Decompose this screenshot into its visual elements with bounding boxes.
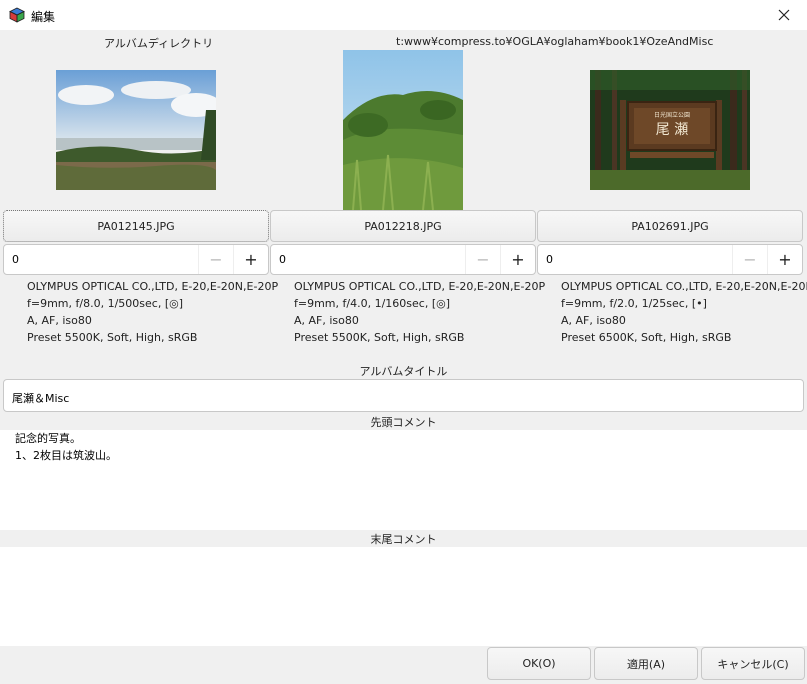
decrement-button-2[interactable]: − [465, 245, 500, 274]
increment-button-3[interactable]: + [767, 245, 802, 274]
photo-thumbnail-3[interactable]: 日光国立公園 尾 瀬 [590, 70, 750, 190]
exif-line: A, AF, iso80 [294, 314, 359, 327]
decrement-button-1[interactable]: − [198, 245, 233, 274]
window-title: 編集 [31, 10, 56, 24]
order-value-3[interactable]: 0 [546, 253, 553, 266]
order-spinbox-1[interactable]: 0 − + [3, 244, 269, 275]
exif-line: Preset 5500K, Soft, High, sRGB [294, 331, 465, 344]
photo-thumbnail-2[interactable] [343, 50, 463, 210]
exif-info-2: OLYMPUS OPTICAL CO.,LTD, E-20,E-20N,E-20… [294, 278, 545, 346]
exif-info-3: OLYMPUS OPTICAL CO.,LTD, E-20,E-20N,E-20… [561, 278, 807, 346]
cancel-button[interactable]: キャンセル(C) [701, 647, 805, 680]
exif-line: OLYMPUS OPTICAL CO.,LTD, E-20,E-20N,E-20… [561, 280, 807, 293]
exif-line: Preset 5500K, Soft, High, sRGB [27, 331, 198, 344]
order-spinbox-3[interactable]: 0 − + [537, 244, 803, 275]
filename-button-2[interactable]: PA012218.JPG [270, 210, 536, 242]
head-comment-textarea[interactable]: 記念的写真。 1、2枚目は筑波山。 [0, 430, 807, 530]
exif-line: f=9mm, f/8.0, 1/500sec, [◎] [27, 297, 183, 310]
increment-button-2[interactable]: + [500, 245, 535, 274]
decrement-button-3[interactable]: − [732, 245, 767, 274]
sign-top-text: 日光国立公園 [654, 111, 690, 119]
head-comment-label: 先頭コメント [370, 416, 437, 429]
exif-info-1: OLYMPUS OPTICAL CO.,LTD, E-20,E-20N,E-20… [27, 278, 278, 346]
tail-comment-label: 末尾コメント [370, 533, 437, 546]
exif-line: f=9mm, f/2.0, 1/25sec, [•] [561, 297, 707, 310]
exif-line: f=9mm, f/4.0, 1/160sec, [◎] [294, 297, 450, 310]
exif-line: A, AF, iso80 [561, 314, 626, 327]
order-spinbox-2[interactable]: 0 − + [270, 244, 536, 275]
album-title-input[interactable]: 尾瀬＆Misc [3, 379, 804, 412]
tail-comment-textarea[interactable] [0, 547, 807, 646]
order-value-1[interactable]: 0 [12, 253, 19, 266]
order-value-2[interactable]: 0 [279, 253, 286, 266]
title-bar: 編集 [0, 0, 807, 30]
exif-line: Preset 6500K, Soft, High, sRGB [561, 331, 732, 344]
filename-button-1[interactable]: PA012145.JPG [3, 210, 269, 242]
close-button[interactable] [761, 0, 807, 30]
filename-button-3[interactable]: PA102691.JPG [537, 210, 803, 242]
album-title-label: アルバムタイトル [359, 365, 448, 378]
apply-button[interactable]: 適用(A) [594, 647, 698, 680]
head-comment-line: 記念的写真。 [15, 432, 81, 445]
photo-thumbnail-1[interactable] [56, 70, 216, 190]
exif-line: A, AF, iso80 [27, 314, 92, 327]
exif-line: OLYMPUS OPTICAL CO.,LTD, E-20,E-20N,E-20… [27, 280, 279, 293]
exif-line: OLYMPUS OPTICAL CO.,LTD, E-20,E-20N,E-20… [294, 280, 546, 293]
album-dir-path: t:www¥compress.to¥OGLA¥oglaham¥book1¥Oze… [396, 35, 714, 48]
cube-app-icon [9, 7, 25, 23]
album-dir-label: アルバムディレクトリ [104, 37, 214, 50]
head-comment-line: 1、2枚目は筑波山。 [15, 449, 117, 462]
sign-main-text: 尾 瀬 [656, 122, 688, 138]
close-icon [778, 9, 790, 21]
ok-button[interactable]: OK(O) [487, 647, 591, 680]
increment-button-1[interactable]: + [233, 245, 268, 274]
album-title-value[interactable]: 尾瀬＆Misc [12, 390, 69, 406]
